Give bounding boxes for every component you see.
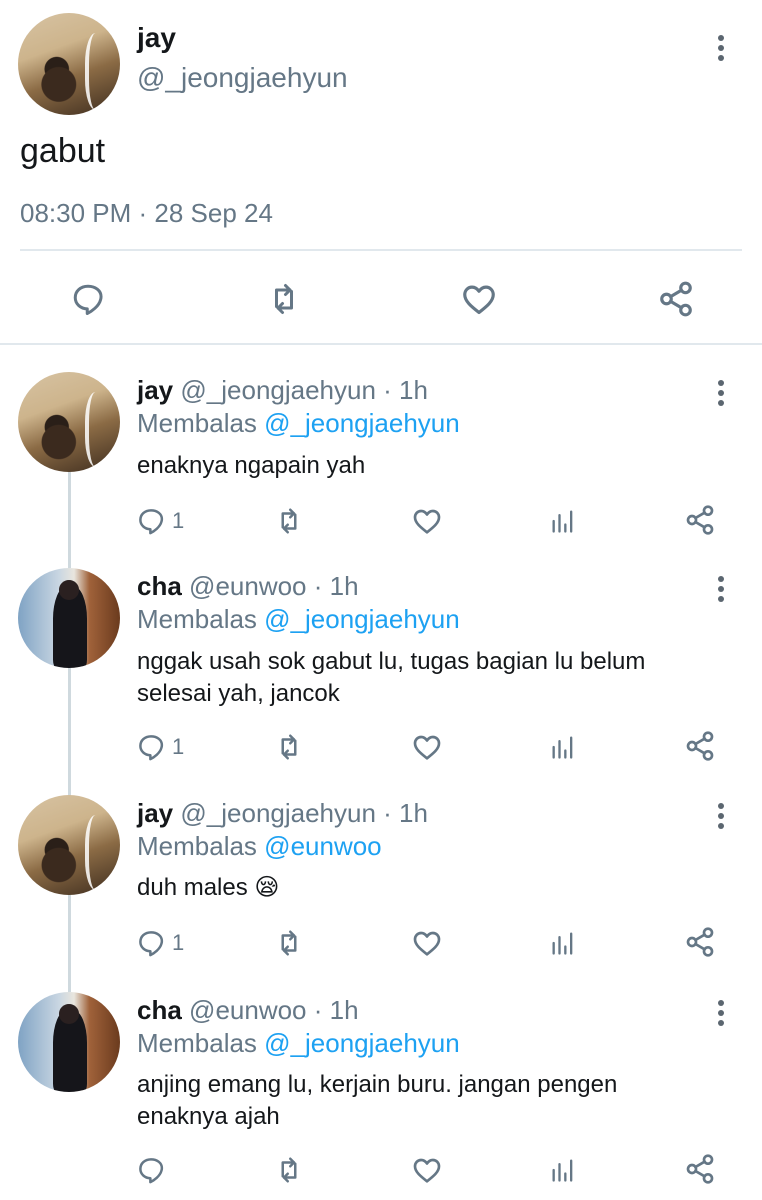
tweet-time: · 1h	[313, 571, 359, 601]
reply-icon[interactable]	[136, 732, 166, 762]
reply-count: 1	[172, 930, 185, 955]
display-name[interactable]: jay	[137, 22, 176, 54]
avatar[interactable]	[18, 795, 120, 895]
like-icon[interactable]	[460, 280, 498, 318]
reply-count: 1	[172, 734, 185, 759]
replying-to-link[interactable]: @_jeongjaehyun	[264, 1028, 460, 1058]
replying-label: Membalas	[137, 408, 257, 438]
replying-to-link[interactable]: @_jeongjaehyun	[264, 604, 460, 634]
tweet-text: duh males	[137, 874, 248, 901]
more-options-icon[interactable]	[716, 35, 726, 65]
user-handle[interactable]: @_jeongjaehyun	[137, 62, 348, 94]
more-options-icon[interactable]	[716, 576, 726, 606]
share-icon[interactable]	[684, 504, 716, 536]
user-handle[interactable]: @_jeongjaehyun	[180, 798, 376, 828]
tweet-time: · 1h	[383, 375, 428, 405]
share-icon[interactable]	[684, 730, 716, 762]
section-divider	[0, 343, 762, 345]
share-icon[interactable]	[684, 1153, 716, 1185]
tweet-text: anjing emang lu, kerjain buru. jangan pe…	[137, 1071, 618, 1130]
replying-to-link[interactable]: @eunwoo	[264, 831, 381, 861]
like-icon[interactable]	[411, 927, 443, 959]
replying-label: Membalas	[137, 831, 257, 861]
more-options-icon[interactable]	[716, 1000, 726, 1030]
retweet-icon[interactable]	[272, 1155, 306, 1185]
retweet-icon[interactable]	[272, 928, 306, 958]
retweet-icon[interactable]	[272, 732, 306, 762]
reply-icon[interactable]	[136, 506, 166, 536]
tweet-text: gabut	[20, 132, 106, 170]
display-name[interactable]: jay	[137, 798, 173, 828]
thread-line	[68, 668, 71, 796]
replying-label: Membalas	[137, 604, 257, 634]
avatar[interactable]	[18, 372, 120, 472]
analytics-icon[interactable]	[549, 1155, 577, 1185]
avatar[interactable]	[18, 13, 120, 115]
tweet-time: · 1h	[313, 995, 359, 1025]
display-name[interactable]: cha	[137, 571, 182, 601]
avatar[interactable]	[18, 568, 120, 668]
analytics-icon[interactable]	[549, 928, 577, 958]
retweet-icon[interactable]	[264, 281, 304, 317]
reply-icon[interactable]	[70, 281, 106, 317]
like-icon[interactable]	[411, 1154, 443, 1186]
share-icon[interactable]	[684, 926, 716, 958]
display-name[interactable]: jay	[137, 375, 173, 405]
user-handle[interactable]: @eunwoo	[189, 995, 306, 1025]
like-icon[interactable]	[411, 505, 443, 537]
thread-line	[68, 895, 71, 992]
thread-line	[68, 472, 71, 568]
user-handle[interactable]: @_jeongjaehyun	[180, 375, 376, 405]
display-name[interactable]: cha	[137, 995, 182, 1025]
reply-icon[interactable]	[136, 1155, 166, 1185]
user-handle[interactable]: @eunwoo	[189, 571, 306, 601]
share-icon[interactable]	[656, 280, 696, 318]
retweet-icon[interactable]	[272, 506, 306, 536]
analytics-icon[interactable]	[549, 506, 577, 536]
like-icon[interactable]	[411, 731, 443, 763]
more-options-icon[interactable]	[716, 380, 726, 410]
more-options-icon[interactable]	[716, 803, 726, 833]
tweet-text: nggak usah sok gabut lu, tugas bagian lu…	[137, 648, 646, 707]
sleepy-face-emoji: 😪	[254, 874, 280, 901]
tweet-text: enaknya ngapain yah	[137, 452, 366, 479]
replying-label: Membalas	[137, 1028, 257, 1058]
reply-count: 1	[172, 508, 185, 533]
analytics-icon[interactable]	[549, 732, 577, 762]
tweet-timestamp: 08:30 PM · 28 Sep 24	[20, 198, 273, 228]
replying-to-link[interactable]: @_jeongjaehyun	[264, 408, 460, 438]
reply-icon[interactable]	[136, 928, 166, 958]
avatar[interactable]	[18, 992, 120, 1092]
tweet-time: · 1h	[383, 798, 428, 828]
divider	[20, 249, 742, 251]
